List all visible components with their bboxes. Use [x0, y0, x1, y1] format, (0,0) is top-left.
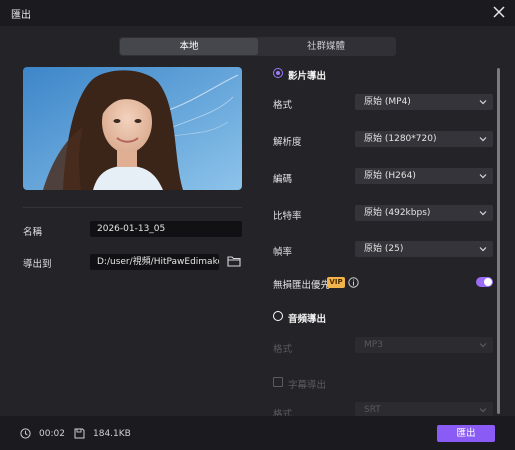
format-label: 格式	[273, 100, 293, 111]
bitrate-select[interactable]: 原始 (492kbps)	[355, 205, 493, 221]
vip-badge: VIP	[327, 277, 345, 288]
video-export-radio[interactable]	[273, 68, 283, 78]
lossless-toggle[interactable]	[476, 277, 493, 287]
codec-value: 原始 (H264)	[364, 171, 416, 181]
title-bar: 匯出	[0, 0, 515, 26]
resolution-value: 原始 (1280*720)	[364, 134, 437, 144]
tab-local[interactable]: 本地	[120, 38, 258, 55]
export-target-tabs: 本地 社群媒體	[119, 37, 396, 56]
clock-icon	[20, 428, 31, 439]
chevron-down-icon	[479, 408, 487, 413]
footer-bar: 00:02 184.1KB 匯出	[0, 416, 515, 450]
subtitle-format-value: SRT	[364, 405, 381, 415]
filename-input[interactable]: 2026-01-13_05	[90, 221, 242, 237]
window-title: 匯出	[11, 10, 31, 21]
file-size-text: 184.1KB	[93, 429, 131, 439]
audio-export-label: 音頻導出	[288, 314, 327, 325]
close-icon[interactable]	[491, 4, 507, 20]
export-button[interactable]: 匯出	[437, 425, 495, 442]
name-label: 名稱	[23, 227, 43, 238]
chevron-down-icon	[479, 100, 487, 105]
chevron-down-icon	[479, 174, 487, 179]
subtitle-export-label: 字幕導出	[288, 380, 327, 391]
video-preview-thumbnail	[23, 67, 242, 190]
lossless-export-label: 無損匯出優先	[273, 280, 331, 291]
chevron-down-icon	[479, 247, 487, 252]
subtitle-export-checkbox[interactable]	[273, 377, 283, 387]
portrait-image	[23, 67, 242, 190]
bitrate-value: 原始 (492kbps)	[364, 208, 431, 218]
video-export-label: 影片導出	[288, 71, 327, 82]
resolution-label: 解析度	[273, 137, 302, 148]
export-panel: 本地 社群媒體 名稱 2026-01-13_05 導出到 D:/user/視頻/…	[0, 26, 515, 420]
folder-icon[interactable]	[227, 255, 241, 267]
subtitle-format-select[interactable]: SRT	[355, 402, 493, 416]
audio-format-value: MP3	[364, 340, 383, 350]
scrollbar-thumb[interactable]	[497, 68, 500, 414]
codec-select[interactable]: 原始 (H264)	[355, 168, 493, 184]
audio-format-label: 格式	[273, 344, 293, 355]
framerate-value: 原始 (25)	[364, 244, 404, 254]
codec-label: 編碼	[273, 174, 293, 185]
export-to-label: 導出到	[23, 259, 52, 270]
divider	[23, 207, 242, 208]
framerate-label: 幀率	[273, 247, 293, 258]
resolution-select[interactable]: 原始 (1280*720)	[355, 131, 493, 147]
chevron-down-icon	[479, 137, 487, 142]
export-path-input[interactable]: D:/user/視頻/HitPawEdimakor	[90, 254, 219, 270]
info-icon[interactable]	[348, 277, 359, 288]
framerate-select[interactable]: 原始 (25)	[355, 241, 493, 257]
audio-format-select[interactable]: MP3	[355, 337, 493, 353]
tab-social-media[interactable]: 社群媒體	[257, 38, 395, 55]
format-select[interactable]: 原始 (MP4)	[355, 94, 493, 110]
file-size-icon	[74, 428, 85, 439]
chevron-down-icon	[479, 211, 487, 216]
chevron-down-icon	[479, 343, 487, 348]
audio-export-radio[interactable]	[273, 311, 283, 321]
format-value: 原始 (MP4)	[364, 97, 411, 107]
bitrate-label: 比特率	[273, 211, 302, 222]
duration-text: 00:02	[39, 429, 65, 439]
